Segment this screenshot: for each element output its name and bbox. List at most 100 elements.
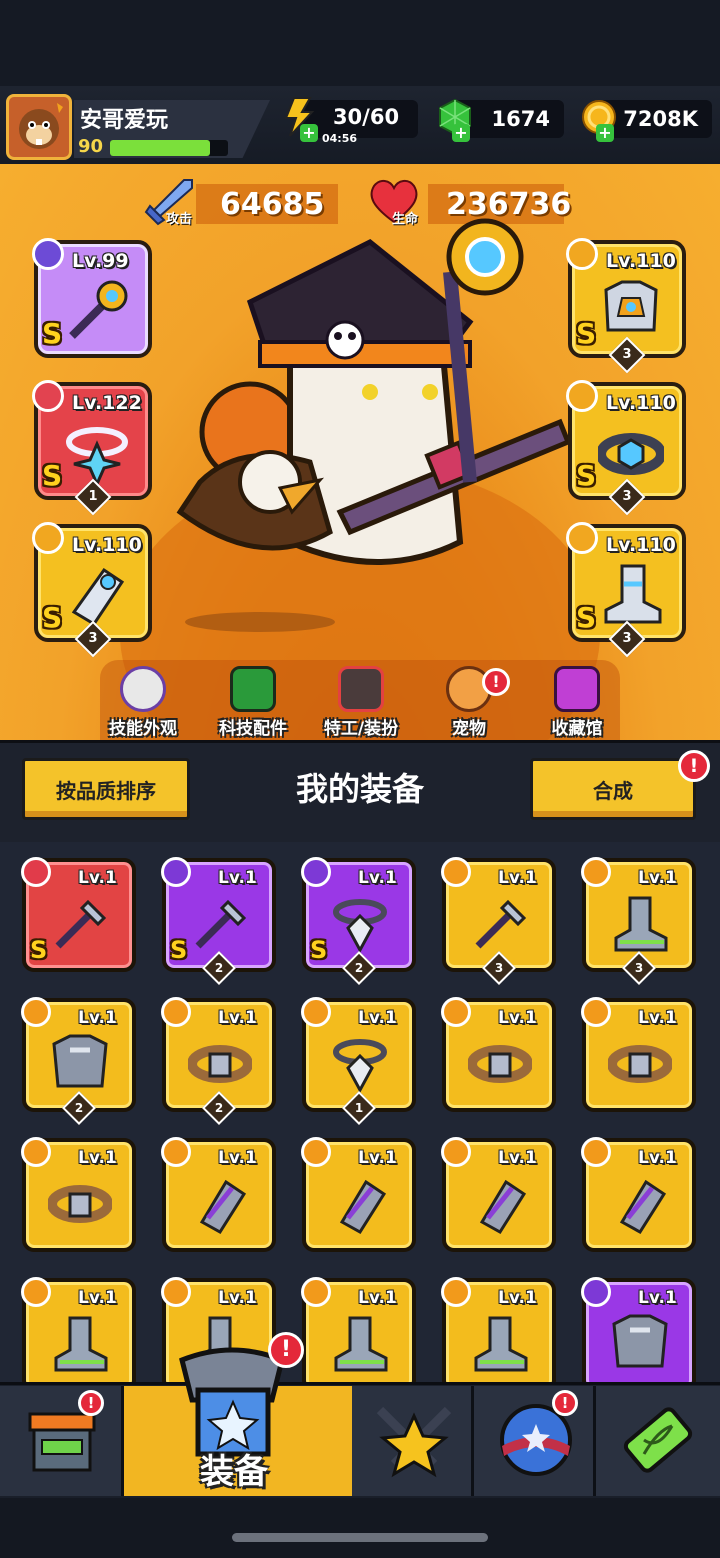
- inventory-item[interactable]: Lv.1: [441, 1137, 556, 1252]
- pets-alert-badge: !: [482, 668, 510, 696]
- rarity-badge: S: [576, 459, 597, 492]
- home-indicator[interactable]: [232, 1533, 488, 1542]
- inventory-item[interactable]: Lv.1 S: [21, 857, 136, 972]
- nav-shop[interactable]: [0, 1386, 124, 1496]
- equipped-armor-slot[interactable]: Lv.110 S 3: [566, 238, 686, 374]
- gem-add-button[interactable]: +: [452, 124, 470, 142]
- inventory-item[interactable]: Lv.1: [581, 997, 696, 1112]
- gloves-type-icon: [32, 522, 64, 554]
- inventory-item[interactable]: Lv.1 1: [301, 997, 416, 1125]
- gloves-type-icon: [581, 1137, 611, 1167]
- boots-type-icon: [581, 857, 611, 887]
- status-bar-area: [0, 0, 720, 86]
- inventory-item[interactable]: Lv.1 S 2: [301, 857, 416, 985]
- item-level: Lv.1: [358, 1148, 397, 1168]
- inventory-item[interactable]: Lv.1 3: [441, 857, 556, 985]
- sort-by-quality-button[interactable]: 按品质排序: [22, 758, 190, 820]
- category-label: 宠物: [452, 719, 486, 739]
- category-agent-costume[interactable]: 特工/装扮: [306, 666, 416, 740]
- inventory-item[interactable]: Lv.1: [301, 1277, 416, 1382]
- inventory-item[interactable]: Lv.1: [21, 1137, 136, 1252]
- belt-icon: [188, 1045, 252, 1083]
- star-count: 3: [622, 951, 656, 985]
- item-level: Lv.1: [218, 1288, 257, 1308]
- item-level: Lv.1: [358, 868, 397, 888]
- talents-alert-badge: !: [552, 1390, 578, 1416]
- boots-type-icon: [301, 1277, 331, 1307]
- necklace-type-icon: [301, 997, 331, 1027]
- slot-level: Lv.110: [606, 534, 676, 556]
- merge-alert-badge: !: [678, 750, 710, 782]
- item-level: Lv.1: [498, 1288, 537, 1308]
- energy-add-button[interactable]: +: [300, 124, 318, 142]
- inventory-item[interactable]: Lv.1: [581, 1277, 696, 1382]
- equipped-necklace-slot[interactable]: Lv.122 S 1: [32, 380, 152, 516]
- player-name: 安哥爱玩: [80, 108, 169, 133]
- necklace-icon: [333, 1039, 387, 1094]
- crossed-swords-star-icon: [376, 1406, 452, 1478]
- equipment-alert-badge: !: [268, 1332, 304, 1368]
- category-skill-skins[interactable]: 技能外观: [88, 666, 198, 740]
- category-label: 技能外观: [109, 719, 177, 739]
- equipped-gloves-slot[interactable]: Lv.110 S 3: [32, 522, 152, 658]
- belt-icon: [608, 1045, 672, 1083]
- category-tech-parts[interactable]: 科技配件: [198, 666, 308, 740]
- star-count: 2: [202, 951, 236, 985]
- item-level: Lv.1: [358, 1288, 397, 1308]
- equipped-weapon-slot[interactable]: Lv.99 S: [32, 238, 152, 358]
- inventory-item[interactable]: Lv.1: [21, 1277, 136, 1382]
- gloves-icon: [619, 1179, 667, 1234]
- equipped-boots-slot[interactable]: Lv.110 S 3: [566, 522, 686, 658]
- item-level: Lv.1: [638, 1008, 677, 1028]
- rarity-badge: S: [42, 459, 63, 492]
- inventory-item[interactable]: Lv.1: [441, 1277, 556, 1382]
- coin-value: 7208K: [623, 107, 698, 131]
- armor-type-icon: [566, 238, 598, 270]
- item-level: Lv.1: [638, 1288, 677, 1308]
- inventory-item[interactable]: Lv.1: [441, 997, 556, 1112]
- rarity-badge: S: [310, 936, 328, 964]
- inventory-item[interactable]: Lv.1 2: [21, 997, 136, 1125]
- shop-alert-badge: !: [78, 1390, 104, 1416]
- inventory-item[interactable]: Lv.1 2: [161, 997, 276, 1125]
- nav-evolution[interactable]: [596, 1386, 720, 1496]
- equipment-title: 我的装备: [295, 770, 424, 808]
- player-avatar[interactable]: [6, 94, 72, 160]
- item-level: Lv.1: [78, 1008, 117, 1028]
- weapon-type-icon: [161, 857, 191, 887]
- belt-type-icon: [566, 380, 598, 412]
- agent-icon: [338, 666, 384, 712]
- boots-type-icon: [441, 1277, 471, 1307]
- nav-skills[interactable]: [352, 1386, 474, 1496]
- armor-icon: [52, 1034, 108, 1088]
- category-collection[interactable]: 收藏馆: [522, 666, 632, 740]
- star-count: 2: [62, 1091, 96, 1125]
- tech-part-icon: [230, 666, 276, 712]
- rarity-badge: S: [30, 936, 48, 964]
- item-level: Lv.1: [498, 868, 537, 888]
- inventory-item[interactable]: Lv.1: [161, 1137, 276, 1252]
- inventory-item[interactable]: Lv.1: [581, 1137, 696, 1252]
- belt-icon: [48, 1185, 112, 1223]
- inventory-item[interactable]: Lv.1: [301, 1137, 416, 1252]
- item-level: Lv.1: [218, 868, 257, 888]
- gloves-icon: [339, 1179, 387, 1234]
- item-level: Lv.1: [218, 1148, 257, 1168]
- gloves-type-icon: [161, 1137, 191, 1167]
- rarity-badge: S: [576, 601, 597, 634]
- xp-bar: [110, 140, 228, 156]
- coin-add-button[interactable]: +: [596, 124, 614, 142]
- inventory-item[interactable]: Lv.1 3: [581, 857, 696, 985]
- item-level: Lv.1: [78, 1148, 117, 1168]
- inventory-item[interactable]: Lv.1 S 2: [161, 857, 276, 985]
- boots-type-icon: [566, 522, 598, 554]
- staff-icon: [69, 280, 128, 339]
- equipped-belt-slot[interactable]: Lv.110 S 3: [566, 380, 686, 516]
- boot-icon: [604, 564, 662, 624]
- merge-button[interactable]: 合成: [530, 758, 696, 820]
- armor-icon: [612, 1314, 668, 1368]
- belt-icon: [598, 433, 664, 475]
- item-level: Lv.1: [638, 1148, 677, 1168]
- belt-type-icon: [21, 1137, 51, 1167]
- item-level: Lv.1: [218, 1008, 257, 1028]
